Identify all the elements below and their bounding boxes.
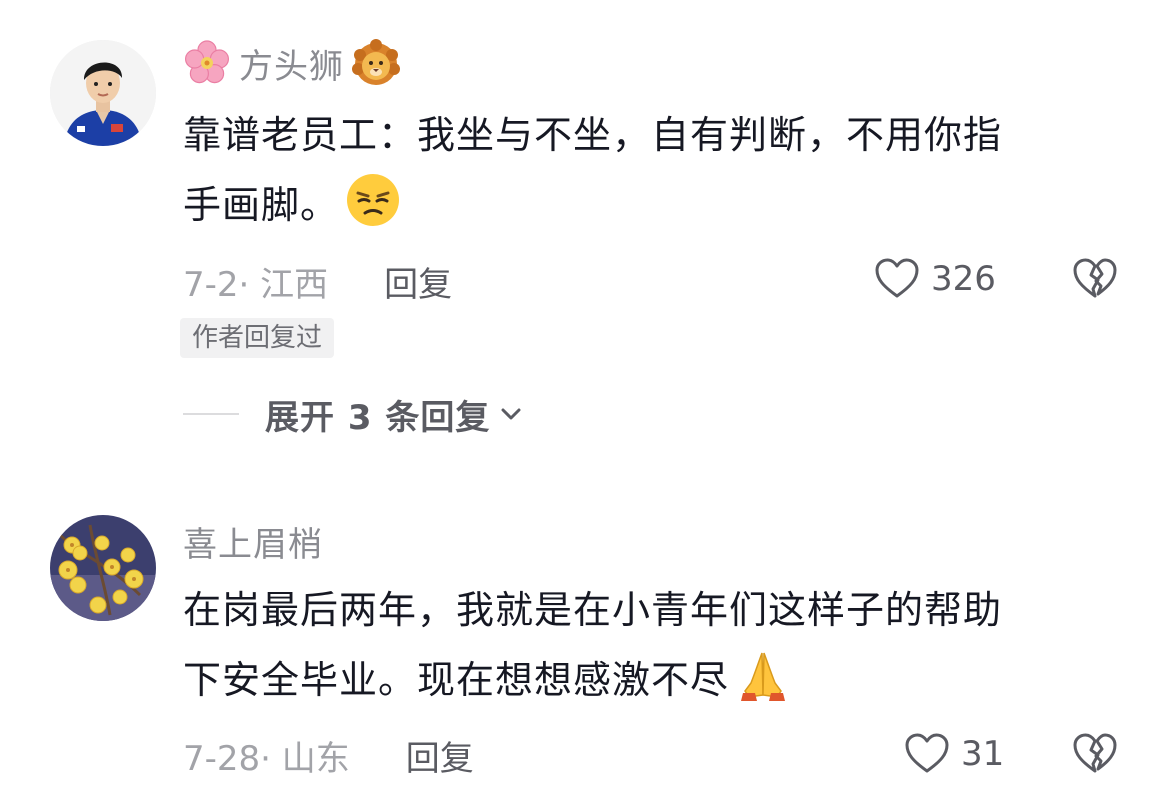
comment-text-line: 手画脚。 bbox=[183, 170, 1113, 240]
comment-author-row: 方头狮 bbox=[183, 36, 400, 90]
comment-date-location: 7-28· 山东 bbox=[183, 738, 350, 779]
comment-text-tail: 手画脚。 bbox=[183, 183, 340, 227]
avatar-image bbox=[50, 515, 156, 621]
comment-date-location: 7-2· 江西 bbox=[183, 264, 329, 305]
reply-button[interactable]: 回复 bbox=[384, 257, 452, 306]
comment-author-row: 喜上眉梢 bbox=[183, 514, 323, 568]
reply-button[interactable]: 回复 bbox=[406, 731, 474, 780]
expand-replies-label: 展开 3 条回复 bbox=[265, 397, 491, 438]
comment-text-tail: 下安全毕业。现在想想感激不尽 bbox=[183, 658, 730, 702]
dislike-button[interactable] bbox=[1070, 730, 1120, 782]
lion-face-icon bbox=[352, 39, 400, 85]
like-button[interactable]: 31 bbox=[903, 730, 1004, 778]
username[interactable]: 方头狮 bbox=[239, 39, 344, 88]
comment-text: 在岗最后两年，我就是在小青年们这样子的帮助 下安全毕业。现在想想感激不尽 bbox=[183, 575, 1113, 715]
username[interactable]: 喜上眉梢 bbox=[183, 517, 323, 566]
folded-hands-icon bbox=[741, 652, 786, 701]
heart-outline-icon bbox=[905, 733, 949, 773]
heart-outline-icon bbox=[875, 258, 919, 298]
avatar[interactable] bbox=[50, 515, 156, 621]
unamused-face-icon bbox=[347, 174, 400, 226]
broken-heart-outline-icon bbox=[1073, 733, 1117, 773]
chevron-down-icon bbox=[501, 408, 521, 420]
author-replied-tag: 作者回复过 bbox=[180, 318, 335, 358]
comment-item: 方头狮 靠谱老员工：我坐与不坐，自有判断，不用你指 手画脚。 7-2· 江西 回… bbox=[0, 0, 1170, 470]
like-count: 31 bbox=[961, 734, 1005, 774]
like-count: 326 bbox=[931, 259, 996, 299]
comment-text-line: 下安全毕业。现在想想感激不尽 bbox=[183, 645, 1113, 715]
dislike-button[interactable] bbox=[1070, 255, 1120, 307]
comment-text: 靠谱老员工：我坐与不坐，自有判断，不用你指 手画脚。 bbox=[183, 100, 1113, 240]
comment-text-line: 靠谱老员工：我坐与不坐，自有判断，不用你指 bbox=[183, 113, 1003, 157]
comment-item: 喜上眉梢 在岗最后两年，我就是在小青年们这样子的帮助 下安全毕业。现在想想感激不… bbox=[0, 470, 1170, 800]
avatar[interactable] bbox=[50, 40, 156, 146]
avatar-image bbox=[50, 40, 156, 146]
comment-text-line: 在岗最后两年，我就是在小青年们这样子的帮助 bbox=[183, 588, 1003, 632]
expand-replies-button[interactable]: 展开 3 条回复 bbox=[183, 389, 526, 439]
divider-line bbox=[183, 413, 239, 415]
like-button[interactable]: 326 bbox=[873, 255, 996, 303]
cherry-blossom-icon bbox=[185, 40, 230, 84]
broken-heart-outline-icon bbox=[1073, 258, 1117, 298]
